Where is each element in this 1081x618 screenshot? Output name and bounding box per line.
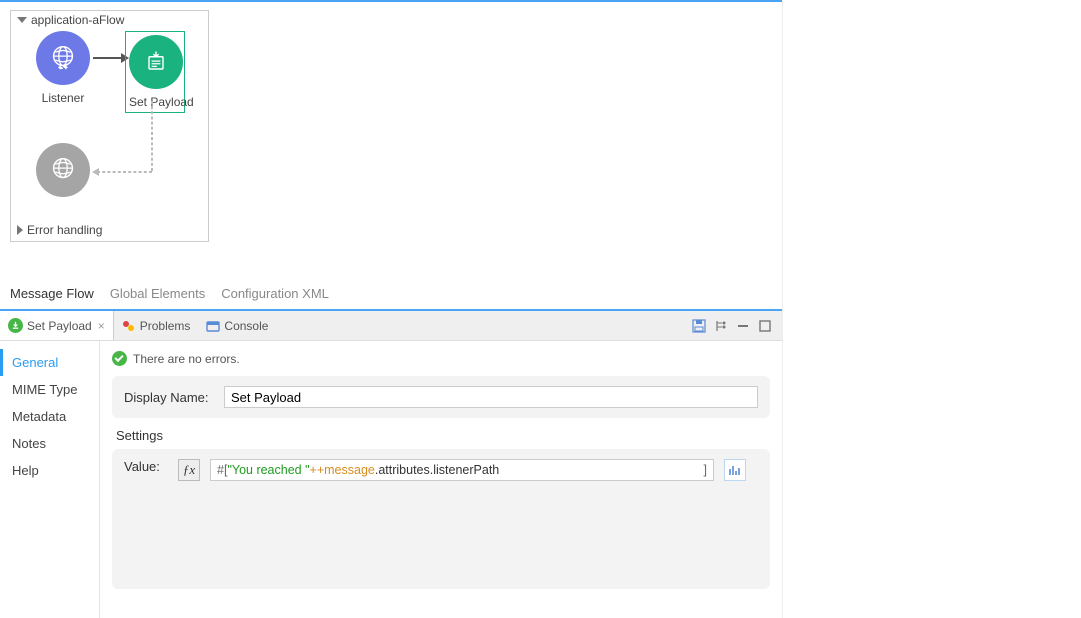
sidebar-item-help[interactable]: Help — [0, 457, 99, 484]
value-label: Value: — [124, 459, 168, 474]
panel-tab-console[interactable]: Console — [198, 311, 276, 340]
globe-icon — [48, 43, 78, 73]
panel-tab-problems[interactable]: Problems — [114, 311, 199, 340]
fx-toggle-button[interactable]: ƒx — [178, 459, 200, 481]
panel-tab-problems-label: Problems — [140, 319, 191, 333]
tab-global-elements[interactable]: Global Elements — [110, 286, 205, 301]
value-expression-input[interactable]: #[ "You reached " ++ message .attributes… — [210, 459, 714, 481]
check-icon — [112, 351, 127, 366]
listener-label: Listener — [33, 91, 93, 105]
sidebar-item-metadata[interactable]: Metadata — [0, 403, 99, 430]
flow-arrow — [93, 57, 123, 59]
app-root: application-aFlow — [0, 0, 783, 618]
sidebar-item-notes[interactable]: Notes — [0, 430, 99, 457]
edit-expression-button[interactable] — [724, 459, 746, 481]
properties-content: There are no errors. Display Name: Setti… — [100, 341, 782, 618]
collapse-icon — [17, 17, 27, 23]
dashed-connector-h — [97, 171, 152, 173]
sidebar-item-general[interactable]: General — [0, 349, 99, 376]
listener-node[interactable]: Listener — [33, 31, 93, 105]
flow-header[interactable]: application-aFlow — [11, 11, 208, 29]
panel-body: General MIME Type Metadata Notes Help Th… — [0, 341, 782, 618]
document-download-icon — [142, 48, 170, 76]
dashed-connector-v — [151, 101, 153, 171]
properties-panel: Set Payload × Problems Console — [0, 309, 782, 618]
save-icon[interactable] — [692, 319, 706, 333]
chart-icon — [728, 463, 742, 477]
display-name-label: Display Name: — [124, 390, 214, 405]
error-handling-section[interactable]: Error handling — [11, 219, 208, 241]
flow-body: Listener — [11, 29, 208, 219]
expr-concat: ++ — [310, 463, 325, 477]
panel-tab-set-payload-label: Set Payload — [27, 319, 92, 333]
sidebar-item-mime[interactable]: MIME Type — [0, 376, 99, 403]
value-row: Value: ƒx #[ "You reached " ++ message .… — [112, 449, 770, 589]
set-payload-tab-icon — [8, 318, 23, 333]
display-name-row: Display Name: — [112, 376, 770, 418]
tab-message-flow[interactable]: Message Flow — [10, 286, 94, 301]
set-payload-label: Set Payload — [129, 95, 181, 109]
panel-tab-bar: Set Payload × Problems Console — [0, 311, 782, 341]
problems-icon — [122, 319, 136, 333]
editor-tabs: Message Flow Global Elements Configurati… — [0, 284, 782, 309]
flow-name: application-aFlow — [31, 13, 124, 27]
error-handling-label: Error handling — [27, 223, 102, 237]
console-icon — [206, 319, 220, 333]
expr-string: "You reached " — [227, 463, 309, 477]
maximize-icon[interactable] — [758, 319, 772, 333]
expr-rest: .attributes.listenerPath — [375, 463, 499, 477]
tree-icon[interactable] — [714, 319, 728, 333]
panel-tab-console-label: Console — [224, 319, 268, 333]
flow-container[interactable]: application-aFlow — [10, 10, 209, 242]
expand-icon — [17, 225, 23, 235]
globe-icon — [48, 155, 78, 185]
expr-ident: message — [324, 463, 375, 477]
panel-tab-set-payload[interactable]: Set Payload × — [0, 311, 114, 340]
minimize-icon[interactable] — [736, 319, 750, 333]
status-text: There are no errors. — [133, 352, 240, 366]
expr-open: #[ — [217, 463, 227, 477]
properties-sidebar: General MIME Type Metadata Notes Help — [0, 341, 100, 618]
expr-close: ] — [704, 463, 707, 477]
close-icon[interactable]: × — [98, 319, 105, 333]
settings-heading: Settings — [116, 428, 770, 443]
display-name-input[interactable] — [224, 386, 758, 408]
response-node[interactable] — [33, 143, 93, 197]
flow-canvas: application-aFlow — [0, 0, 782, 284]
status-bar: There are no errors. — [112, 351, 770, 366]
tab-configuration-xml[interactable]: Configuration XML — [221, 286, 329, 301]
set-payload-node[interactable]: Set Payload — [125, 31, 185, 113]
